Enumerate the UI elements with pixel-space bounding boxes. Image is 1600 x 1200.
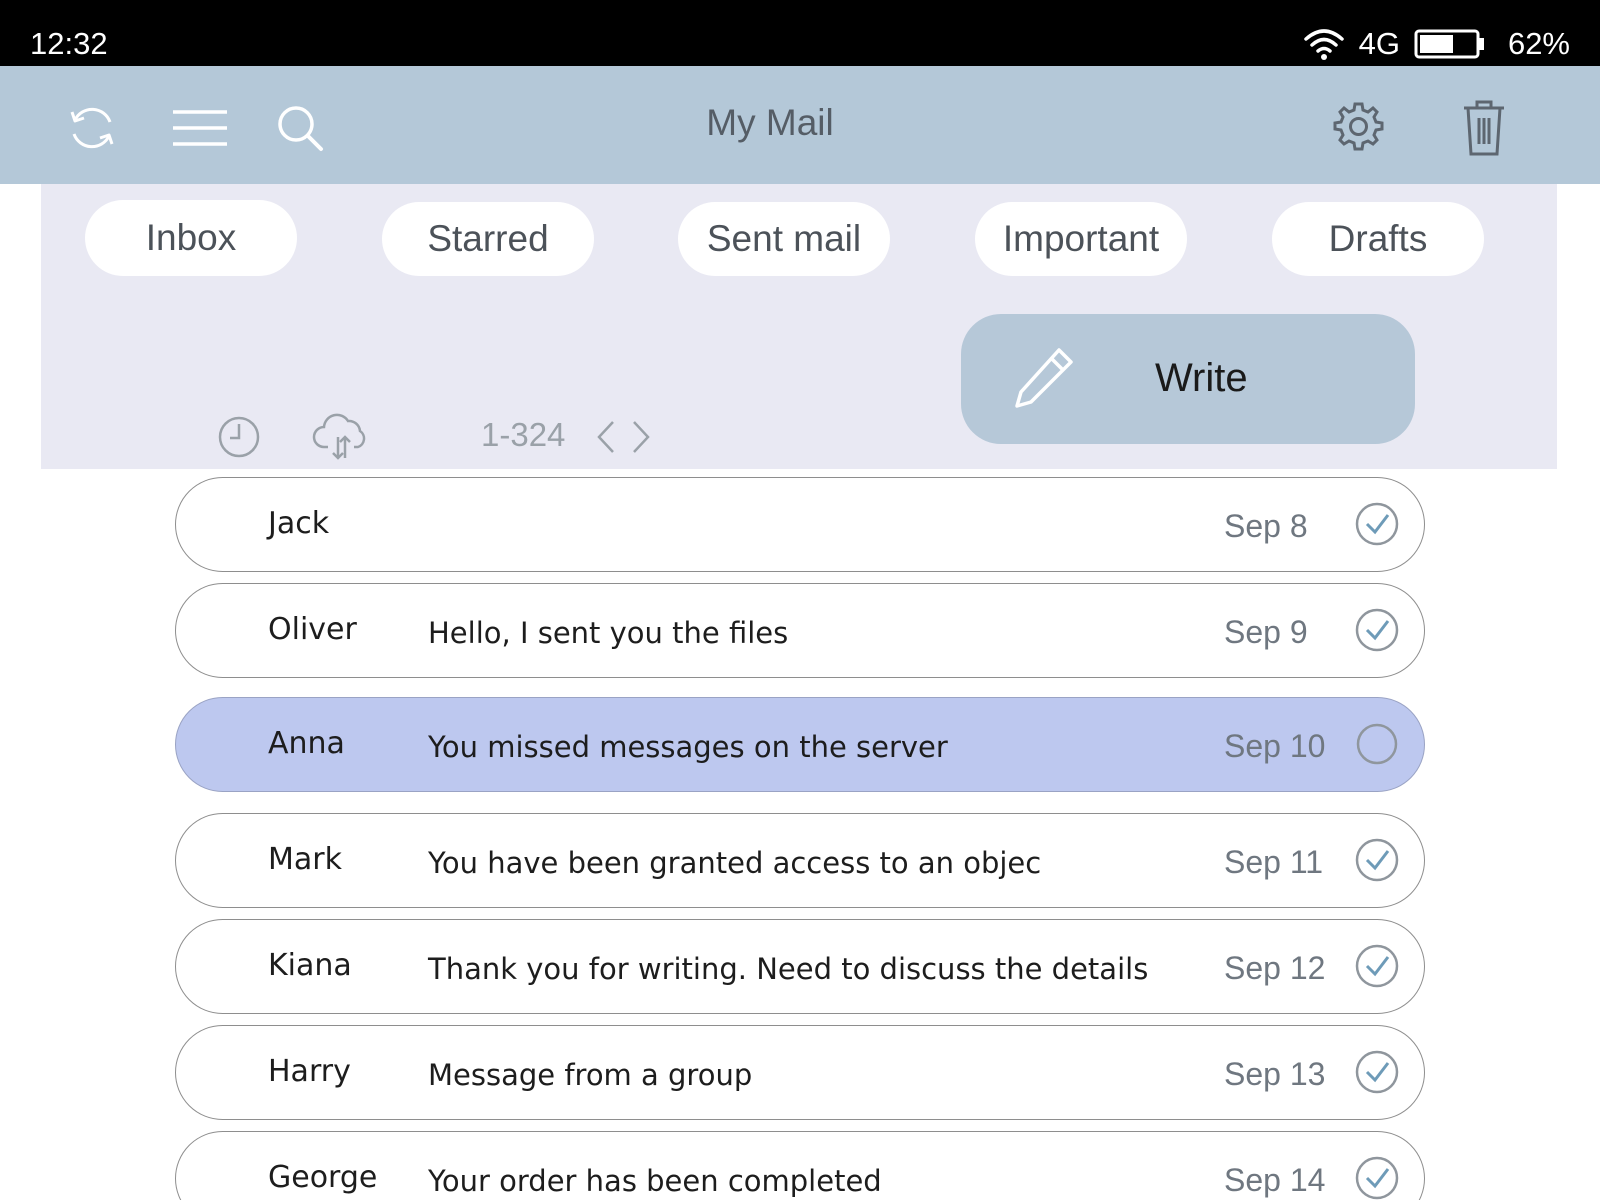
mail-subject: Message from a group (428, 1058, 753, 1092)
search-icon[interactable] (270, 98, 330, 158)
network-type: 4G (1358, 26, 1400, 61)
mail-sender: Oliver (268, 612, 357, 647)
mail-subject: Hello, I sent you the files (428, 616, 789, 650)
status-time: 12:32 (30, 26, 108, 61)
mail-subject: You missed messages on the server (428, 730, 948, 764)
page-title: My Mail (706, 102, 834, 143)
menu-icon[interactable] (170, 98, 230, 158)
tab-drafts[interactable]: Drafts (1272, 202, 1484, 276)
battery-percent: 62% (1507, 26, 1570, 61)
mail-date: Sep 10 (1224, 728, 1326, 764)
status-indicators: 4G 62% (1303, 22, 1570, 66)
mail-row[interactable]: Kiana Thank you for writing. Need to dis… (175, 919, 1425, 1014)
toolbar-panel: Inbox Starred Sent mail Important Drafts… (41, 184, 1557, 469)
chevron-right-icon[interactable] (626, 405, 656, 469)
mail-subject: Thank you for writing. Need to discuss t… (428, 952, 1149, 986)
empty-circle-icon[interactable] (1354, 721, 1400, 767)
status-bar: 12:32 4G 62% (0, 0, 1600, 66)
mail-date: Sep 14 (1224, 1162, 1326, 1198)
write-label: Write (1155, 356, 1248, 400)
tab-starred[interactable]: Starred (382, 202, 594, 276)
gear-icon[interactable] (1328, 98, 1388, 158)
mail-sender: Harry (268, 1054, 351, 1089)
check-circle-icon[interactable] (1354, 837, 1400, 883)
mail-date: Sep 11 (1224, 844, 1324, 880)
mail-row[interactable]: Jack Sep 8 (175, 477, 1425, 572)
mail-row[interactable]: Mark You have been granted access to an … (175, 813, 1425, 908)
mail-row[interactable]: George Your order has been completed Sep… (175, 1131, 1425, 1200)
tab-sent-mail[interactable]: Sent mail (678, 202, 890, 276)
mail-date: Sep 8 (1224, 508, 1308, 544)
tab-inbox[interactable]: Inbox (85, 200, 297, 276)
write-button[interactable]: Write (961, 314, 1415, 444)
check-circle-icon[interactable] (1354, 501, 1400, 547)
mail-sender: George (268, 1160, 378, 1195)
mail-subject: Your order has been completed (428, 1164, 882, 1198)
mail-row-selected[interactable]: Anna You missed messages on the server S… (175, 697, 1425, 792)
wifi-icon (1303, 29, 1344, 60)
pencil-icon (1015, 348, 1073, 408)
mail-row[interactable]: Harry Message from a group Sep 13 (175, 1025, 1425, 1120)
app-header: My Mail (0, 66, 1600, 184)
mail-date: Sep 12 (1224, 950, 1326, 986)
message-range: 1-324 (481, 416, 566, 453)
check-circle-icon[interactable] (1354, 1049, 1400, 1095)
chevron-left-icon[interactable] (591, 405, 621, 469)
cloud-sync-icon[interactable] (309, 405, 373, 469)
mail-date: Sep 13 (1224, 1056, 1326, 1092)
mail-sender: Jack (268, 506, 330, 541)
mail-sender: Kiana (268, 948, 352, 983)
mail-sender: Mark (268, 842, 342, 877)
battery-icon (1414, 29, 1484, 59)
trash-icon[interactable] (1454, 98, 1514, 158)
mail-subject: You have been granted access to an objec (428, 846, 1042, 880)
check-circle-icon[interactable] (1354, 943, 1400, 989)
mail-app-screen: 12:32 4G 62% My Mail Inbox Starred Sent … (0, 0, 1600, 1200)
clock-icon[interactable] (207, 405, 271, 469)
check-circle-icon[interactable] (1354, 1155, 1400, 1200)
mail-date: Sep 9 (1224, 614, 1308, 650)
mail-sender: Anna (268, 726, 345, 761)
refresh-icon[interactable] (62, 98, 122, 158)
mail-row[interactable]: Oliver Hello, I sent you the files Sep 9 (175, 583, 1425, 678)
check-circle-icon[interactable] (1354, 607, 1400, 653)
tab-important[interactable]: Important (975, 202, 1187, 276)
